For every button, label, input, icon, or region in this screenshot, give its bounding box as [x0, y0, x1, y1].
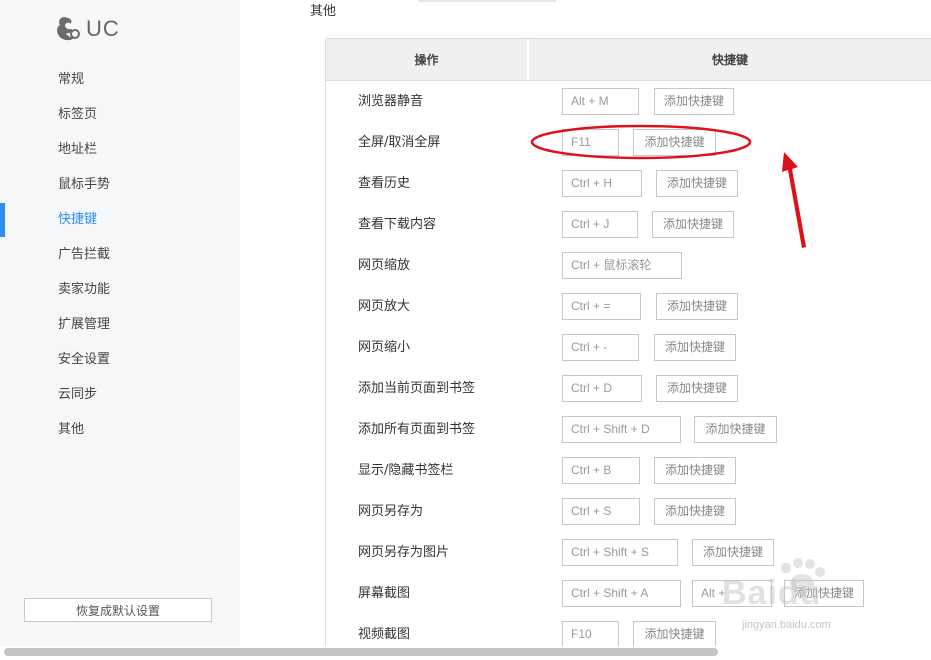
shortcut-field[interactable]: Ctrl + =	[562, 293, 641, 320]
table-row: 显示/隐藏书签栏 Ctrl + B 添加快捷键	[326, 450, 931, 491]
row-label: 查看历史	[358, 176, 411, 191]
row-label: 网页缩小	[358, 340, 411, 355]
add-shortcut-button[interactable]: 添加快捷键	[633, 621, 716, 648]
row-label: 网页缩放	[358, 258, 411, 273]
table-row: 网页放大 Ctrl + = 添加快捷键	[326, 286, 931, 327]
add-shortcut-button[interactable]: 添加快捷键	[656, 170, 738, 197]
row-label: 查看下载内容	[358, 217, 437, 232]
shortcut-field[interactable]: Ctrl + 鼠标滚轮	[562, 252, 682, 279]
column-header-shortcut: 快捷键	[711, 53, 748, 67]
table-row: 添加所有页面到书签 Ctrl + Shift + D 添加快捷键	[326, 409, 931, 450]
section-label: 其他	[310, 4, 337, 19]
add-shortcut-button[interactable]: 添加快捷键	[654, 88, 734, 115]
shortcut-field[interactable]: Ctrl + Shift + D	[562, 416, 681, 443]
sidebar-item-seller-features[interactable]: 卖家功能	[0, 272, 240, 307]
sidebar-item-other[interactable]: 其他	[0, 412, 240, 447]
shortcut-field[interactable]: Ctrl + J	[562, 211, 638, 238]
row-label: 屏幕截图	[358, 586, 411, 601]
table-row: 查看下载内容 Ctrl + J 添加快捷键	[326, 204, 931, 245]
sidebar-item-mouse-gestures[interactable]: 鼠标手势	[0, 167, 240, 202]
table-row: 查看历史 Ctrl + H 添加快捷键	[326, 163, 931, 204]
shortcut-field[interactable]: Ctrl + Shift + S	[562, 539, 678, 566]
sidebar-item-cloud-sync[interactable]: 云同步	[0, 377, 240, 412]
row-label: 网页另存为	[358, 504, 424, 519]
logo-text: UC	[86, 16, 120, 41]
shortcuts-table: 操作 快捷键 浏览器静音 Alt + M 添加快捷键 全屏/取消全屏 F11 添…	[325, 38, 931, 650]
shortcut-field[interactable]: Ctrl + -	[562, 334, 639, 361]
add-shortcut-button[interactable]: 添加快捷键	[784, 580, 864, 607]
table-row: 添加当前页面到书签 Ctrl + D 添加快捷键	[326, 368, 931, 409]
row-label: 显示/隐藏书签栏	[358, 463, 454, 478]
add-shortcut-button[interactable]: 添加快捷键	[654, 334, 736, 361]
sidebar-item-ad-block[interactable]: 广告拦截	[0, 237, 240, 272]
column-header-action: 操作	[326, 39, 529, 80]
add-shortcut-button[interactable]: 添加快捷键	[694, 416, 777, 443]
shortcut-field[interactable]: F10	[562, 621, 619, 648]
add-shortcut-button[interactable]: 添加快捷键	[652, 211, 734, 238]
horizontal-scrollbar[interactable]	[0, 646, 931, 660]
sidebar: UC 常规 标签页 地址栏 鼠标手势 快捷键 广告拦截 卖家功能 扩展管理 安全…	[0, 0, 240, 646]
row-label: 浏览器静音	[358, 94, 424, 109]
restore-defaults-button[interactable]: 恢复成默认设置	[24, 598, 212, 622]
sidebar-item-general[interactable]: 常规	[0, 62, 240, 97]
scrollbar-thumb[interactable]	[4, 648, 718, 656]
shortcut-field[interactable]: Alt + M	[562, 88, 639, 115]
sidebar-item-address-bar[interactable]: 地址栏	[0, 132, 240, 167]
add-shortcut-button[interactable]: 添加快捷键	[692, 539, 774, 566]
add-shortcut-button[interactable]: 添加快捷键	[656, 293, 738, 320]
uc-logo: UC	[54, 14, 120, 44]
input-edge	[418, 0, 556, 2]
shortcut-field[interactable]: Ctrl + B	[562, 457, 640, 484]
add-shortcut-button[interactable]: 添加快捷键	[654, 457, 736, 484]
table-row: 屏幕截图 Ctrl + Shift + A Alt + 添加快捷键	[326, 573, 931, 614]
row-label: 网页放大	[358, 299, 411, 314]
shortcut-field[interactable]: Ctrl + Shift + A	[562, 580, 681, 607]
table-header: 操作 快捷键	[326, 39, 931, 81]
table-row: 网页另存为图片 Ctrl + Shift + S 添加快捷键	[326, 532, 931, 573]
row-label: 全屏/取消全屏	[358, 135, 441, 150]
table-row: 浏览器静音 Alt + M 添加快捷键	[326, 81, 931, 122]
shortcut-field[interactable]: F11	[562, 129, 619, 156]
sidebar-item-extensions[interactable]: 扩展管理	[0, 307, 240, 342]
add-shortcut-button[interactable]: 添加快捷键	[654, 498, 736, 525]
shortcut-field-secondary[interactable]: Alt +	[692, 580, 772, 607]
table-row: 网页缩放 Ctrl + 鼠标滚轮	[326, 245, 931, 286]
sidebar-item-security[interactable]: 安全设置	[0, 342, 240, 377]
sidebar-nav: 常规 标签页 地址栏 鼠标手势 快捷键 广告拦截 卖家功能 扩展管理 安全设置 …	[0, 62, 240, 447]
table-row: 网页缩小 Ctrl + - 添加快捷键	[326, 327, 931, 368]
squirrel-icon	[54, 14, 82, 44]
row-label: 网页另存为图片	[358, 545, 450, 560]
shortcut-field[interactable]: Ctrl + S	[562, 498, 640, 525]
sidebar-item-shortcuts[interactable]: 快捷键	[0, 202, 240, 237]
table-row: 网页另存为 Ctrl + S 添加快捷键	[326, 491, 931, 532]
shortcut-field[interactable]: Ctrl + D	[562, 375, 642, 402]
row-label: 添加所有页面到书签	[358, 422, 476, 437]
add-shortcut-button[interactable]: 添加快捷键	[656, 375, 738, 402]
table-row: 全屏/取消全屏 F11 添加快捷键	[326, 122, 931, 163]
sidebar-item-tabs[interactable]: 标签页	[0, 97, 240, 132]
shortcut-field[interactable]: Ctrl + H	[562, 170, 642, 197]
row-label: 添加当前页面到书签	[358, 381, 476, 396]
add-shortcut-button[interactable]: 添加快捷键	[633, 129, 716, 156]
